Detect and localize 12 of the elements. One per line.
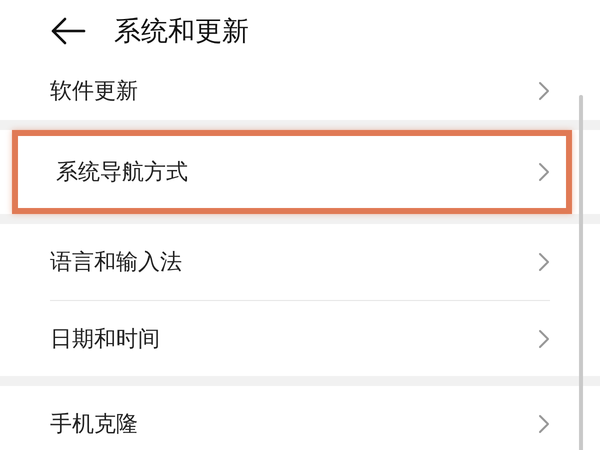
page-title: 系统和更新 xyxy=(114,15,249,49)
settings-item[interactable]: 软件更新 xyxy=(50,62,550,120)
chevron-right-icon xyxy=(538,162,550,182)
scrollbar[interactable] xyxy=(579,95,583,450)
chevron-right-icon xyxy=(538,252,550,272)
settings-item[interactable]: 系统导航方式 xyxy=(12,130,572,214)
settings-item[interactable]: 日期和时间 xyxy=(50,300,550,376)
settings-item[interactable]: 语言和输入法 xyxy=(50,224,550,300)
chevron-right-icon xyxy=(538,81,550,101)
chevron-right-icon xyxy=(538,328,550,348)
chevron-right-icon xyxy=(538,414,550,434)
back-icon[interactable] xyxy=(50,17,86,45)
